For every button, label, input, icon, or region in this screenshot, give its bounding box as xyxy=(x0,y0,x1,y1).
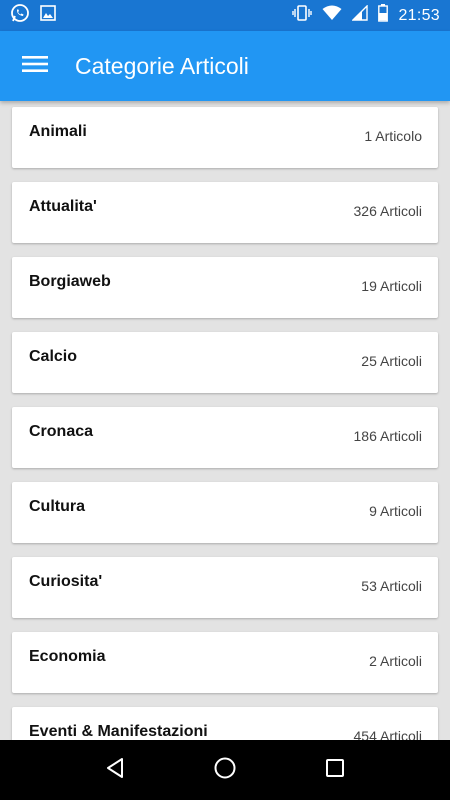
back-icon xyxy=(104,757,126,784)
status-right-icons: 21:53 xyxy=(292,4,440,27)
status-bar: 21:53 xyxy=(0,0,450,31)
home-icon xyxy=(213,756,237,785)
category-count: 25 Articoli xyxy=(361,353,422,369)
recents-button[interactable] xyxy=(310,745,360,795)
category-count: 454 Articoli xyxy=(353,728,422,740)
category-name: Economia xyxy=(29,648,106,665)
category-name: Borgiaweb xyxy=(29,273,111,290)
signal-icon xyxy=(351,4,369,26)
category-name: Calcio xyxy=(29,348,78,365)
category-name: Animali xyxy=(29,123,87,140)
home-button[interactable] xyxy=(200,745,250,795)
status-time: 21:53 xyxy=(398,6,440,24)
category-card[interactable]: Cultura 9 Articoli xyxy=(12,482,438,543)
category-list[interactable]: Animali 1 Articolo Attualita' 326 Artico… xyxy=(0,101,450,740)
menu-button[interactable] xyxy=(0,31,70,101)
category-name: Attualita' xyxy=(29,198,97,215)
category-card[interactable]: Animali 1 Articolo xyxy=(12,107,438,168)
status-left-icons xyxy=(10,3,56,28)
category-card[interactable]: Eventi & Manifestazioni 454 Articoli xyxy=(12,707,438,740)
wifi-icon xyxy=(322,5,342,26)
category-card[interactable]: Cronaca 186 Articoli xyxy=(12,407,438,468)
category-name: Curiosita' xyxy=(29,573,103,590)
back-button[interactable] xyxy=(90,745,140,795)
category-name: Cronaca xyxy=(29,423,94,440)
whatsapp-icon xyxy=(10,3,30,28)
recents-icon xyxy=(325,758,345,783)
system-nav-bar xyxy=(0,740,450,800)
battery-icon xyxy=(378,4,389,27)
image-icon xyxy=(40,5,56,26)
category-card[interactable]: Economia 2 Articoli xyxy=(12,632,438,693)
category-count: 9 Articoli xyxy=(369,503,422,519)
category-count: 19 Articoli xyxy=(361,278,422,294)
app-bar: Categorie Articoli xyxy=(0,31,450,101)
category-count: 186 Articoli xyxy=(353,428,422,444)
category-count: 1 Articolo xyxy=(364,128,422,144)
category-card[interactable]: Curiosita' 53 Articoli xyxy=(12,557,438,618)
page-title: Categorie Articoli xyxy=(75,52,249,79)
category-card[interactable]: Borgiaweb 19 Articoli xyxy=(12,257,438,318)
category-count: 2 Articoli xyxy=(369,653,422,669)
category-count: 53 Articoli xyxy=(361,578,422,594)
category-count: 326 Articoli xyxy=(353,203,422,219)
category-name: Cultura xyxy=(29,498,85,515)
category-card[interactable]: Attualita' 326 Articoli xyxy=(12,182,438,243)
category-card[interactable]: Calcio 25 Articoli xyxy=(12,332,438,393)
hamburger-menu-icon xyxy=(22,55,48,78)
vibrate-icon xyxy=(292,4,313,27)
category-name: Eventi & Manifestazioni xyxy=(29,723,208,740)
